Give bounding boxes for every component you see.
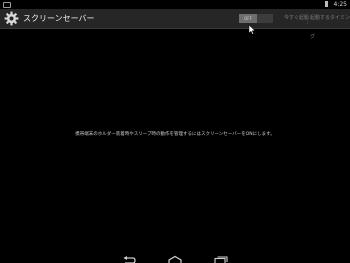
when-to-start-button[interactable]: 起動するタイミング [310,9,350,47]
start-now-button[interactable]: 今すぐ起動 [284,9,309,28]
gear-icon[interactable] [4,11,19,26]
status-bar: 4:25 [0,0,350,9]
mouse-cursor-icon [248,20,256,35]
battery-icon [325,1,328,7]
back-icon[interactable] [121,250,137,263]
divider [307,13,308,24]
status-time: 4:25 [333,1,347,8]
recent-apps-icon[interactable] [213,250,229,263]
screensaver-toggle[interactable]: OFF [239,14,273,23]
empty-state-message: 携帯端末のホルダー装着時やスリープ時の動作を管理するにはスクリーンセーバーをON… [75,132,275,137]
screen: 4:25 スクリーンセーバー OFF 今すぐ起動 起動するタイミング 携帯端末の… [0,0,350,263]
navigation-bar [0,247,350,263]
action-bar: スクリーンセーバー OFF 今すぐ起動 起動するタイミング [0,9,350,40]
home-icon[interactable] [167,250,183,263]
page-title: スクリーンセーバー [23,14,95,23]
screenshot-icon [3,2,11,8]
